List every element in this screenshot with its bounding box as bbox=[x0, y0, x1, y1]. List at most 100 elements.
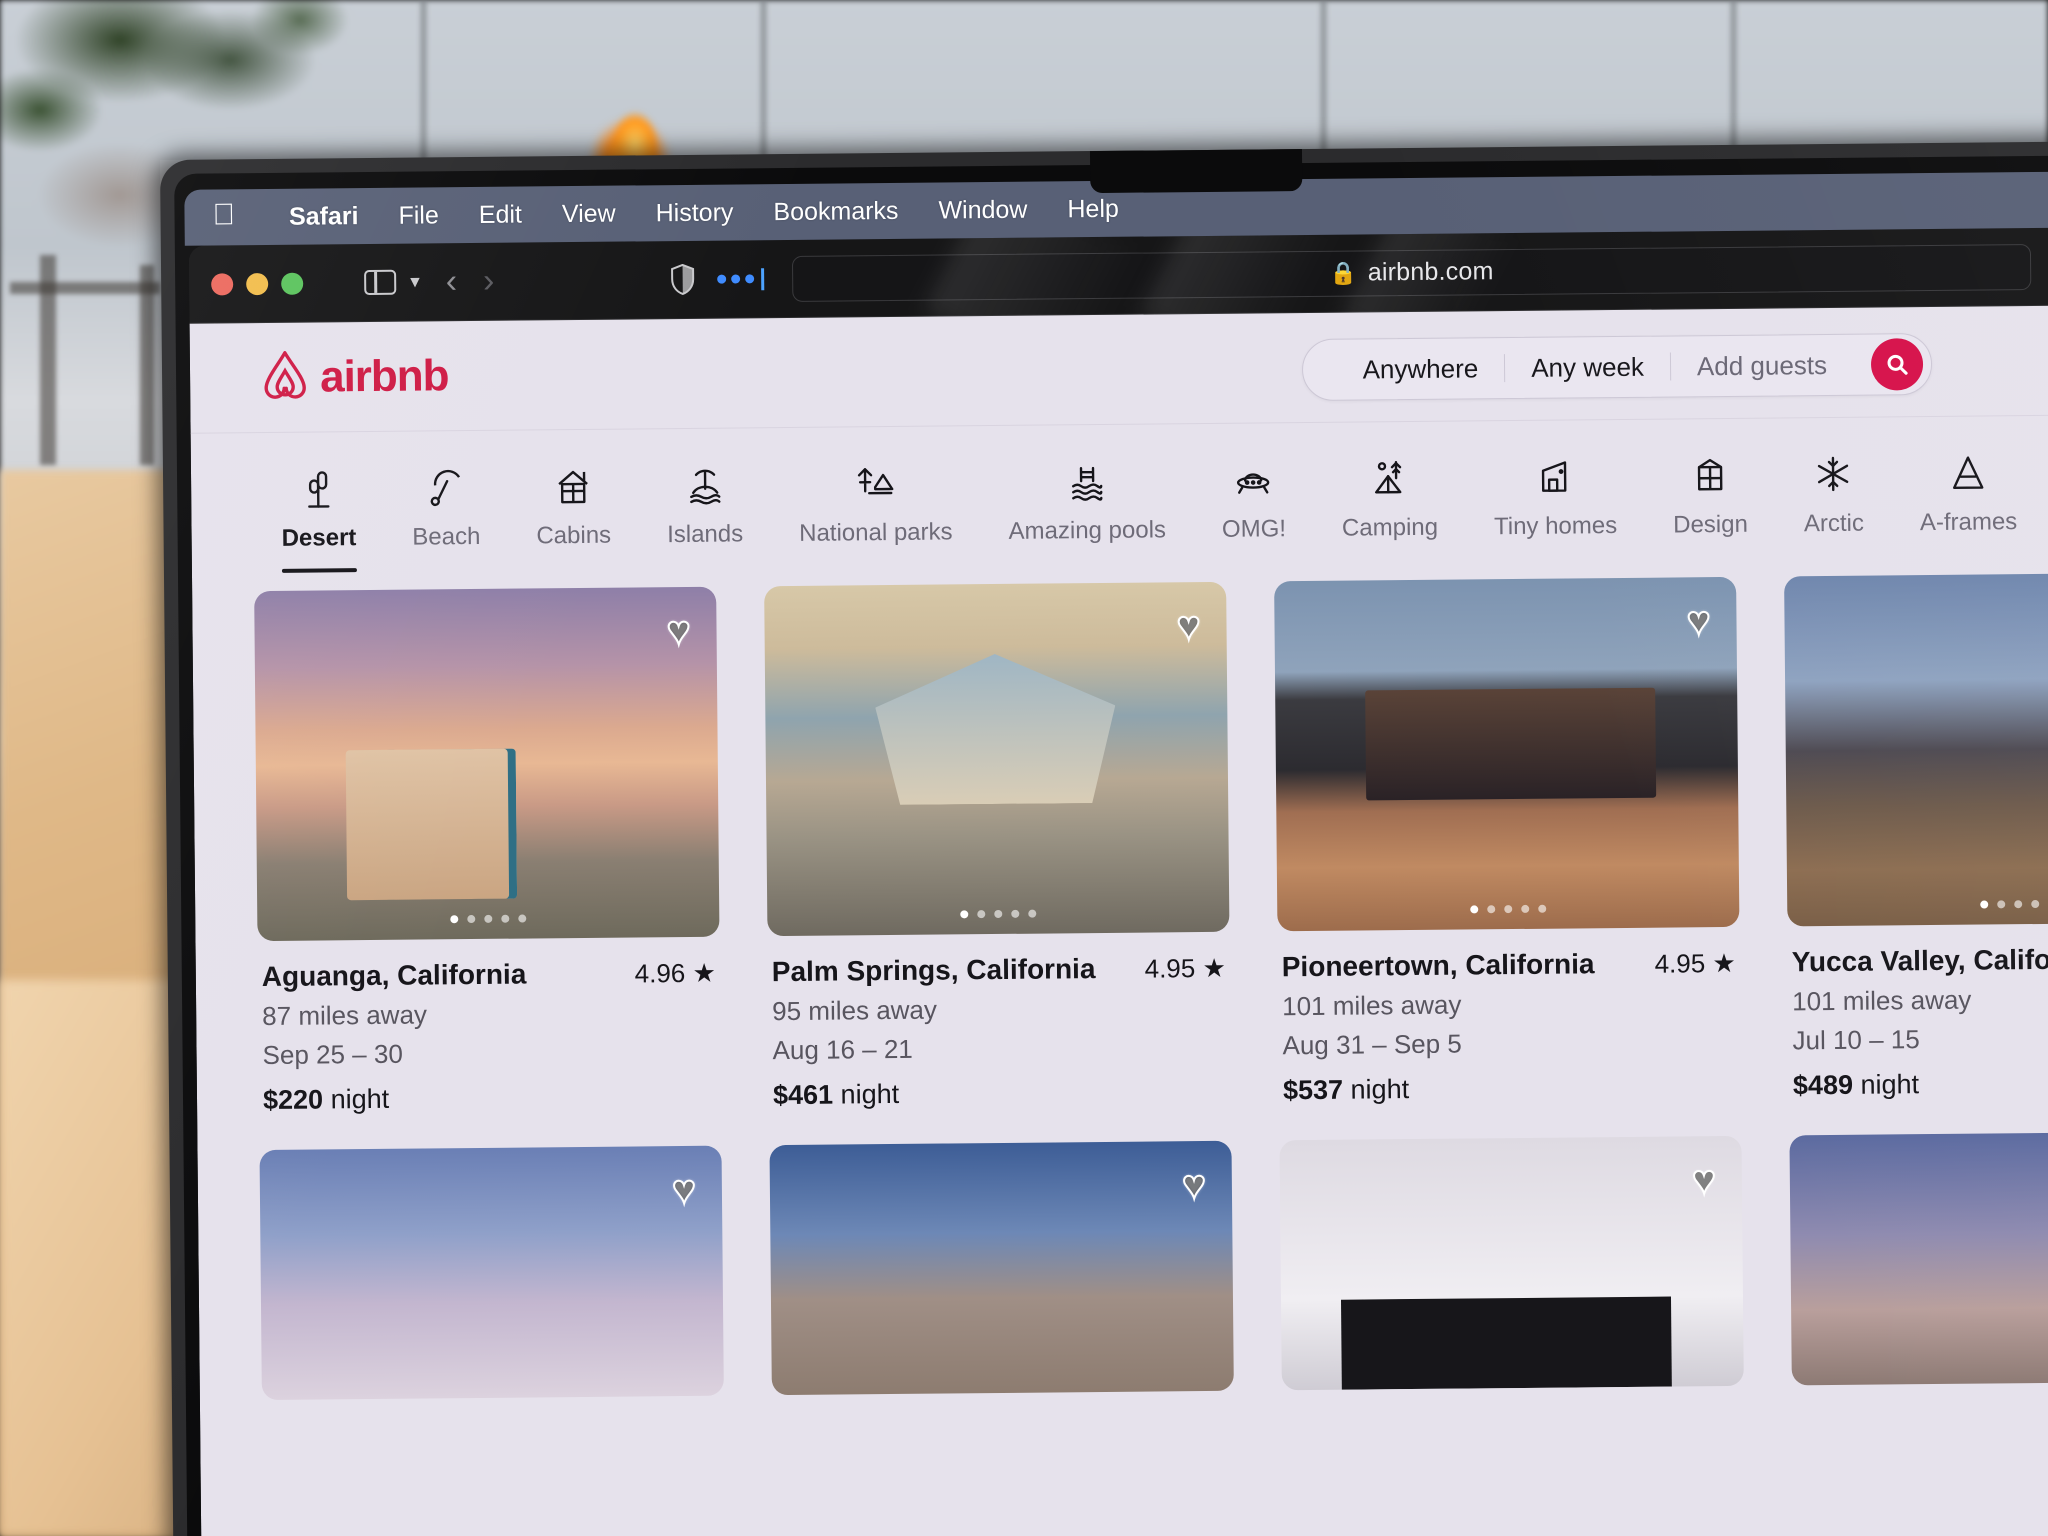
listing-photo[interactable]: ♥ bbox=[259, 1145, 724, 1401]
category-design[interactable]: Design bbox=[1644, 451, 1776, 560]
menu-item-edit[interactable]: Edit bbox=[459, 200, 542, 230]
national-park-icon bbox=[853, 459, 897, 505]
photo-carousel-dots[interactable] bbox=[1787, 898, 2048, 910]
category-label: Cabins bbox=[536, 521, 612, 550]
listing-card[interactable]: Yucca Valley, California 101 miles away … bbox=[1784, 571, 2048, 1101]
listing-distance: 95 miles away bbox=[772, 994, 938, 1027]
favorite-heart-icon[interactable]: ♥ bbox=[1686, 598, 1712, 644]
listing-dates: Aug 16 – 21 bbox=[772, 1033, 913, 1066]
three-dots-icon[interactable] bbox=[717, 267, 764, 290]
listing-photo[interactable]: ♥ bbox=[1279, 1135, 1744, 1391]
cactus-icon bbox=[298, 464, 338, 510]
listing-distance: 101 miles away bbox=[1282, 989, 1462, 1022]
close-button[interactable] bbox=[211, 272, 234, 296]
listing-price: $537 night bbox=[1282, 1074, 1410, 1106]
photo-carousel-dots[interactable] bbox=[257, 913, 719, 925]
listing-card[interactable]: ♥ Aguanga, California 4.96 ★ 87 miles aw… bbox=[254, 586, 721, 1116]
favorite-heart-icon[interactable]: ♥ bbox=[1181, 1162, 1207, 1208]
search-who-button[interactable]: Add guests bbox=[1671, 349, 1853, 382]
category-label: National parks bbox=[799, 518, 953, 547]
laptop-camera-notch bbox=[1089, 149, 1303, 194]
favorite-heart-icon[interactable]: ♥ bbox=[1691, 1157, 1717, 1203]
listing-photo[interactable]: ♥ bbox=[769, 1140, 1234, 1396]
category-beach[interactable]: Beach bbox=[384, 463, 509, 572]
listing-photo[interactable] bbox=[1789, 1130, 2048, 1386]
category-cabins[interactable]: Cabins bbox=[508, 461, 640, 571]
airbnb-logo[interactable]: airbnb bbox=[260, 347, 449, 406]
category-label: OMG! bbox=[1221, 515, 1287, 543]
listing-photo[interactable]: ♥ bbox=[1274, 576, 1740, 932]
menu-item-file[interactable]: File bbox=[378, 201, 459, 231]
category-label: Design bbox=[1673, 510, 1749, 539]
listing-meta: Pioneertown, California 4.95 ★ 101 miles… bbox=[1277, 927, 1741, 1106]
sidebar-icon[interactable] bbox=[364, 269, 397, 296]
back-button[interactable]: ‹ bbox=[446, 262, 458, 301]
category-label: Camping bbox=[1341, 513, 1439, 542]
category-label: Arctic bbox=[1803, 509, 1865, 538]
url-text: airbnb.com bbox=[1367, 257, 1494, 287]
listing-photo[interactable]: ♥ bbox=[254, 586, 720, 942]
apple-logo-icon[interactable]:  bbox=[212, 198, 235, 235]
listing-distance: 87 miles away bbox=[262, 999, 428, 1032]
privacy-shield-icon[interactable] bbox=[670, 263, 695, 296]
listing-price: $220 night bbox=[262, 1083, 390, 1116]
category-amazing-pools[interactable]: Amazing pools bbox=[980, 456, 1194, 566]
menu-item-safari[interactable]: Safari bbox=[269, 201, 379, 231]
listing-rating: 4.96 ★ bbox=[634, 957, 716, 989]
forward-button[interactable]: › bbox=[483, 262, 495, 301]
search-bar[interactable]: Anywhere Any week Add guests bbox=[1301, 333, 1933, 402]
category-arctic[interactable]: Arctic bbox=[1775, 449, 1892, 558]
listing-rating: 4.95 ★ bbox=[1144, 952, 1226, 984]
listing-card[interactable]: ♥ bbox=[1279, 1135, 1744, 1391]
category-a-frames[interactable]: A-frames bbox=[1891, 448, 2045, 557]
cabin-icon bbox=[553, 462, 593, 508]
search-where-button[interactable]: Anywhere bbox=[1336, 353, 1504, 386]
category-bar[interactable]: Desert Beach Cabins Islands National par… bbox=[191, 416, 2048, 574]
menu-item-history[interactable]: History bbox=[636, 198, 754, 228]
photo-carousel-dots[interactable] bbox=[1277, 903, 1739, 915]
zoom-button[interactable] bbox=[281, 272, 304, 295]
listing-meta: Yucca Valley, California 101 miles away … bbox=[1787, 922, 2048, 1101]
tiny-home-icon bbox=[1535, 452, 1575, 498]
menu-item-help[interactable]: Help bbox=[1047, 194, 1139, 224]
category-desert[interactable]: Desert bbox=[253, 464, 385, 573]
favorite-heart-icon[interactable]: ♥ bbox=[666, 608, 692, 654]
search-submit-button[interactable] bbox=[1870, 338, 1924, 391]
minimize-button[interactable] bbox=[246, 272, 269, 295]
favorite-heart-icon[interactable]: ♥ bbox=[1176, 603, 1202, 649]
listing-meta: Palm Springs, California 4.95 ★ 95 miles… bbox=[767, 932, 1231, 1111]
listing-photo[interactable]: ♥ bbox=[764, 581, 1230, 937]
category-omg[interactable]: OMG! bbox=[1193, 455, 1314, 564]
category-islands[interactable]: Islands bbox=[638, 460, 771, 569]
pool-icon bbox=[1067, 457, 1107, 503]
beach-umbrella-icon bbox=[426, 463, 466, 509]
menu-item-view[interactable]: View bbox=[542, 199, 636, 229]
listing-card[interactable]: ♥ bbox=[769, 1140, 1234, 1396]
listing-card[interactable] bbox=[1789, 1130, 2048, 1386]
listing-photo[interactable] bbox=[1784, 571, 2048, 927]
menu-item-bookmarks[interactable]: Bookmarks bbox=[753, 196, 918, 227]
category-national-parks[interactable]: National parks bbox=[770, 458, 980, 568]
chair-leg bbox=[140, 265, 154, 465]
menu-item-window[interactable]: Window bbox=[918, 195, 1047, 225]
search-when-button[interactable]: Any week bbox=[1505, 351, 1670, 384]
category-tiny-homes[interactable]: Tiny homes bbox=[1465, 452, 1645, 562]
chevron-down-icon[interactable]: ▾ bbox=[410, 271, 420, 294]
design-house-icon bbox=[1690, 451, 1730, 497]
favorite-heart-icon[interactable]: ♥ bbox=[671, 1167, 697, 1213]
lock-icon: 🔒 bbox=[1329, 260, 1357, 286]
airbnb-page: airbnb Anywhere Any week Add guests Dese… bbox=[189, 305, 2048, 1536]
category-label: Desert bbox=[281, 524, 357, 552]
island-palm-icon bbox=[684, 461, 724, 507]
listing-location: Pioneertown, California bbox=[1281, 948, 1595, 983]
address-bar[interactable]: 🔒 airbnb.com bbox=[791, 243, 2032, 302]
listing-card[interactable]: ♥ bbox=[259, 1145, 724, 1401]
category-label: Beach bbox=[412, 522, 481, 551]
photo-carousel-dots[interactable] bbox=[767, 908, 1229, 920]
listing-card[interactable]: ♥ Pioneertown, California 4.95 ★ 101 mil… bbox=[1274, 576, 1741, 1106]
category-label: Amazing pools bbox=[1008, 516, 1167, 545]
category-camping[interactable]: Camping bbox=[1313, 453, 1466, 563]
listing-card[interactable]: ♥ Palm Springs, California 4.95 ★ 95 mil… bbox=[764, 581, 1231, 1111]
airbnb-header: airbnb Anywhere Any week Add guests bbox=[189, 305, 2048, 434]
listing-location: Aguanga, California bbox=[261, 958, 527, 993]
